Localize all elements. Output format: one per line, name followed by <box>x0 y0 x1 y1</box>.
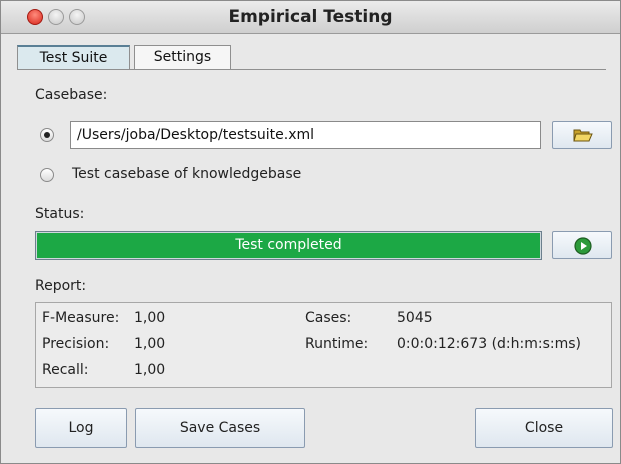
cases-value: 5045 <box>397 310 433 326</box>
dialog-window: Empirical Testing Test Suite Settings Ca… <box>0 0 621 464</box>
f-measure-label: F-Measure: <box>42 310 120 326</box>
f-measure-value: 1,00 <box>134 310 166 326</box>
precision-value: 1,00 <box>134 336 166 352</box>
casebase-label: Casebase: <box>35 87 108 103</box>
runtime-value: 0:0:0:12:673 (d:h:m:s:ms) <box>397 336 581 352</box>
casebase-file-radio[interactable] <box>40 128 54 142</box>
recall-value: 1,00 <box>134 362 166 378</box>
casebase-kb-label: Test casebase of knowledgebase <box>72 166 302 182</box>
close-button[interactable]: Close <box>475 408 613 448</box>
folder-open-icon <box>573 129 593 142</box>
status-progress-bar: Test completed <box>35 231 542 260</box>
window-title: Empirical Testing <box>228 7 393 27</box>
runtime-label: Runtime: <box>305 336 369 352</box>
recall-label: Recall: <box>42 362 89 378</box>
cases-label: Cases: <box>305 310 352 326</box>
browse-button[interactable] <box>552 121 612 149</box>
report-label: Report: <box>35 278 87 294</box>
status-text: Test completed <box>235 237 342 253</box>
precision-label: Precision: <box>42 336 110 352</box>
tab-divider <box>17 69 606 70</box>
play-icon <box>574 237 592 255</box>
status-label: Status: <box>35 206 85 222</box>
casebase-kb-radio[interactable] <box>40 168 54 182</box>
save-cases-button[interactable]: Save Cases <box>135 408 305 448</box>
casebase-path-field[interactable] <box>70 121 541 149</box>
title-bar: Empirical Testing <box>1 1 620 34</box>
tab-test-suite[interactable]: Test Suite <box>17 45 130 70</box>
tab-settings[interactable]: Settings <box>134 45 231 70</box>
report-panel: F-Measure: 1,00 Precision: 1,00 Recall: … <box>35 302 612 388</box>
run-test-button[interactable] <box>552 231 612 259</box>
log-button[interactable]: Log <box>35 408 127 448</box>
